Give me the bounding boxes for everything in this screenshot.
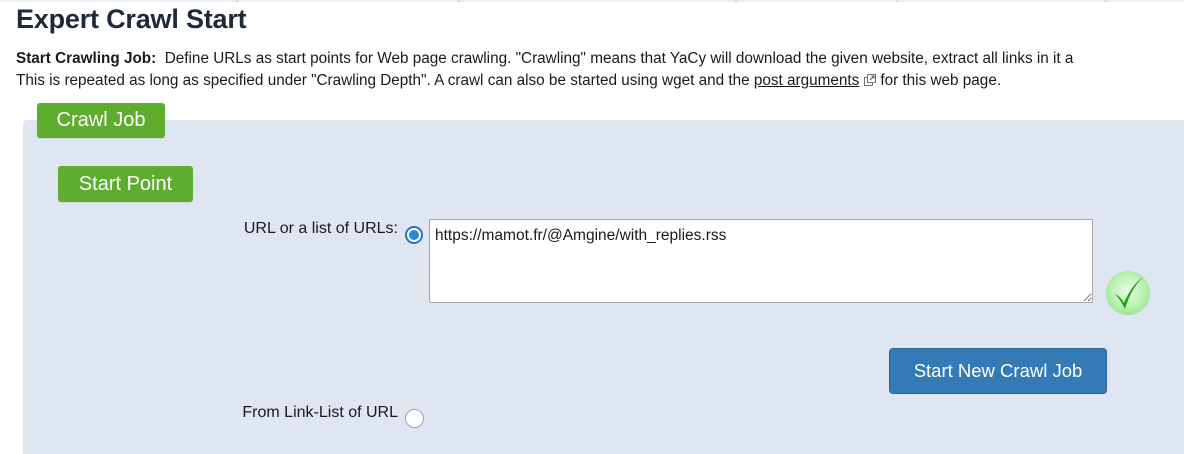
intro-text: Start Crawling Job: Define URLs as start…: [16, 48, 1184, 92]
page-title: Expert Crawl Start: [16, 4, 247, 34]
start-new-crawl-button[interactable]: Start New Crawl Job: [889, 348, 1107, 394]
intro-line2-prefix: This is repeated as long as specified un…: [16, 72, 750, 89]
link-list-label: From Link-List of URL: [242, 404, 398, 421]
checkmark-icon: [1106, 271, 1150, 315]
intro-line-1: Start Crawling Job: Define URLs as start…: [16, 48, 1184, 70]
post-arguments-link[interactable]: post arguments: [754, 72, 859, 89]
crawl-job-legend: Crawl Job: [37, 103, 165, 138]
intro-line1-text: Define URLs as start points for Web page…: [164, 50, 1074, 67]
top-divider: [0, 0, 1184, 2]
external-link-icon: [864, 74, 877, 86]
link-list-radio[interactable]: [405, 409, 424, 428]
intro-line-2: This is repeated as long as specified un…: [16, 70, 1184, 92]
url-list-radio[interactable]: [405, 226, 423, 244]
intro-bold-label: Start Crawling Job:: [16, 50, 157, 67]
url-list-textarea[interactable]: [429, 219, 1093, 303]
intro-line2-suffix: for this web page.: [880, 72, 1002, 89]
start-point-legend: Start Point: [58, 166, 193, 202]
url-list-label: URL or a list of URLs:: [243, 220, 398, 237]
